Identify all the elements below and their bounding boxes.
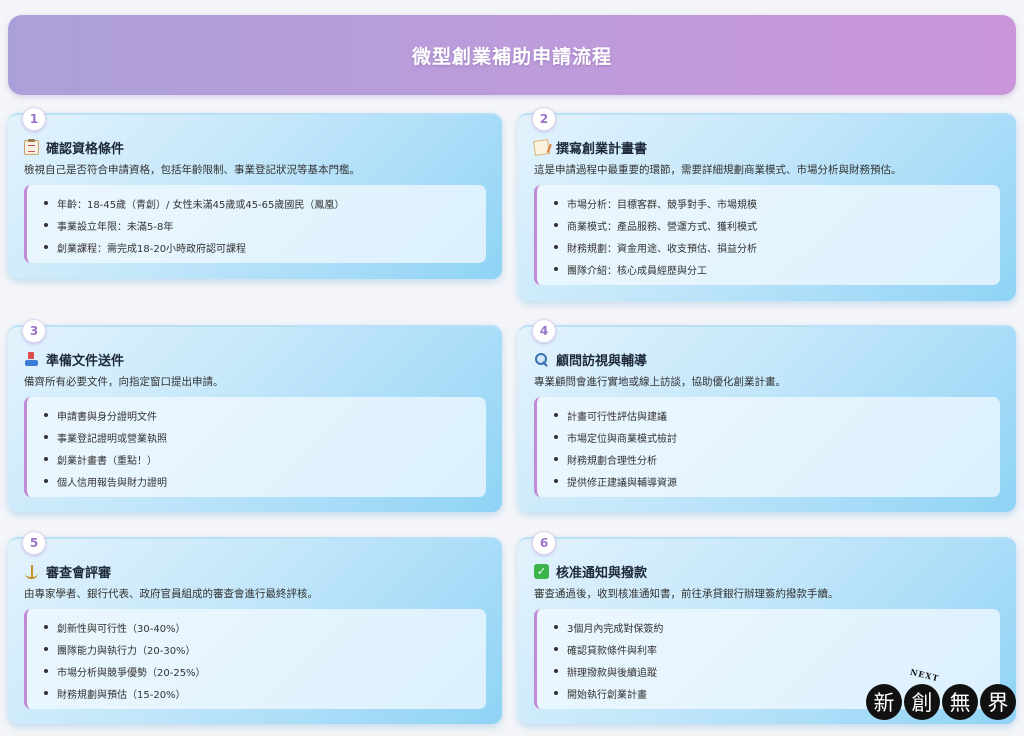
step-description: 專業顧問會進行實地或線上訪談，協助優化創業計畫。 xyxy=(534,376,786,388)
list-item: 事業登記證明或營業執照 xyxy=(37,426,476,448)
step-description: 審查通過後，收到核准通知書，前往承貸銀行辦理簽約撥款手續。 xyxy=(534,588,839,600)
list-item: 財務規劃合理性分析 xyxy=(547,448,990,470)
list-item: 市場分析與競爭優勢（20-25%） xyxy=(37,660,476,682)
page-header: 微型創業補助申請流程 xyxy=(8,15,1016,95)
step-requirements-list: 申請書與身分證明文件 事業登記證明或營業執照 創業計畫書（重點！） 個人信用報告… xyxy=(24,397,486,497)
list-item: 團隊能力與執行力（20-30%） xyxy=(37,638,476,660)
page-title: 微型創業補助申請流程 xyxy=(411,45,612,68)
step-requirements-list: 創新性與可行性（30-40%） 團隊能力與執行力（20-30%） 市場分析與競爭… xyxy=(24,609,486,709)
step-number-badge: 3 xyxy=(22,319,46,343)
list-item: 團隊介紹：核心成員經歷與分工 xyxy=(547,258,990,280)
logo-char: 創 xyxy=(904,684,940,720)
step-number-badge: 5 xyxy=(22,531,46,555)
list-item: 財務規劃：資金用途、收支預估、損益分析 xyxy=(547,236,990,258)
step-title: 確認資格條件 xyxy=(46,142,125,157)
step-number-badge: 4 xyxy=(532,319,556,343)
step-requirements-list: 市場分析：目標客群、競爭對手、市場規模 商業模式：產品服務、營運方式、獲利模式 … xyxy=(534,185,1000,285)
step-title: 撰寫創業計畫書 xyxy=(556,142,648,157)
logo-char: 無 xyxy=(942,684,978,720)
memo-icon xyxy=(533,139,550,156)
step-number-badge: 6 xyxy=(532,531,556,555)
step-title: 審查會評審 xyxy=(46,566,112,581)
step-title: 準備文件送件 xyxy=(46,354,125,369)
step-description: 備齊所有必要文件，向指定窗口提出申請。 xyxy=(24,376,224,388)
step-description: 由專家學者、銀行代表、政府官員組成的審查會進行最終評核。 xyxy=(24,588,318,600)
list-item: 計畫可行性評估與建議 xyxy=(547,404,990,426)
list-item: 申請書與身分證明文件 xyxy=(37,404,476,426)
step-title: 顧問訪視與輔導 xyxy=(556,354,648,369)
brand-logo: NEXT 新 創 無 界 xyxy=(866,666,1020,732)
step-number-badge: 1 xyxy=(22,107,46,131)
list-item: 市場分析：目標客群、競爭對手、市場規模 xyxy=(547,192,990,214)
step-card-1: 1 確認資格條件 檢視自己是否符合申請資格，包括年齡限制、事業登記狀況等基本門檻… xyxy=(8,107,502,279)
step-requirements-list: 計畫可行性評估與建議 市場定位與商業模式檢討 財務規劃合理性分析 提供修正建議與… xyxy=(534,397,1000,497)
list-item: 財務規劃與預估（15-20%） xyxy=(37,682,476,704)
step-number-badge: 2 xyxy=(532,107,556,131)
step-description: 檢視自己是否符合申請資格，包括年齡限制、事業登記狀況等基本門檻。 xyxy=(24,164,360,176)
step-description: 這是申請過程中最重要的環節，需要詳細規劃商業模式、市場分析與財務預估。 xyxy=(534,164,902,176)
list-item: 提供修正建議與輔導資源 xyxy=(547,470,990,492)
step-card-5: 5 審查會評審 由專家學者、銀行代表、政府官員組成的審查會進行最終評核。 創新性… xyxy=(8,531,502,724)
clipboard-icon xyxy=(24,139,39,155)
list-item: 市場定位與商業模式檢討 xyxy=(547,426,990,448)
list-item: 創業課程：需完成18-20小時政府認可課程 xyxy=(37,236,476,258)
scale-icon xyxy=(24,564,39,579)
list-item: 商業模式：產品服務、營運方式、獲利模式 xyxy=(547,214,990,236)
list-item: 確認貸款條件與利率 xyxy=(547,638,990,660)
check-mark-icon: ✓ xyxy=(534,564,549,579)
step-title: 核准通知與撥款 xyxy=(556,566,648,581)
list-item: 年齡：18-45歲（青創）/ 女性未滿45歲或45-65歲國民（鳳凰） xyxy=(37,192,476,214)
step-card-4: 4 顧問訪視與輔導 專業顧問會進行實地或線上訪談，協助優化創業計畫。 計畫可行性… xyxy=(518,319,1016,512)
inbox-tray-icon xyxy=(24,352,39,367)
step-card-3: 3 準備文件送件 備齊所有必要文件，向指定窗口提出申請。 申請書與身分證明文件 … xyxy=(8,319,502,512)
logo-char: 新 xyxy=(866,684,902,720)
logo-small-text: NEXT xyxy=(909,666,941,684)
logo-char: 界 xyxy=(980,684,1016,720)
list-item: 3個月內完成對保簽約 xyxy=(547,616,990,638)
list-item: 個人信用報告與財力證明 xyxy=(37,470,476,492)
list-item: 創新性與可行性（30-40%） xyxy=(37,616,476,638)
step-requirements-list: 年齡：18-45歲（青創）/ 女性未滿45歲或45-65歲國民（鳳凰） 事業設立… xyxy=(24,185,486,263)
list-item: 事業設立年限：未滿5-8年 xyxy=(37,214,476,236)
list-item: 創業計畫書（重點！） xyxy=(37,448,476,470)
magnifier-icon xyxy=(534,352,549,367)
step-card-2: 2 撰寫創業計畫書 這是申請過程中最重要的環節，需要詳細規劃商業模式、市場分析與… xyxy=(518,107,1016,301)
